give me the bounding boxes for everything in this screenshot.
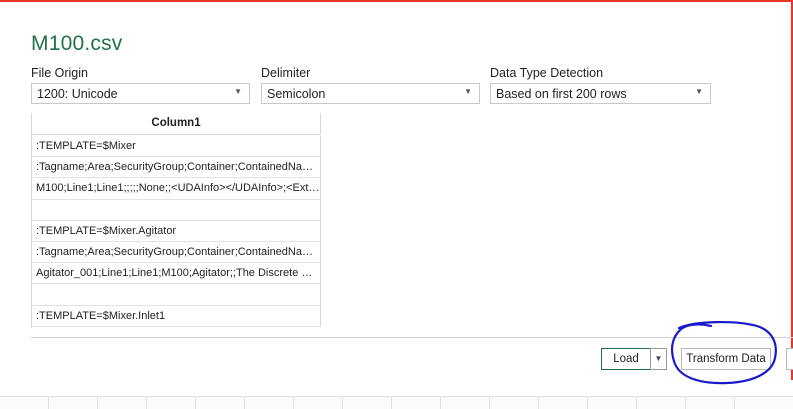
- table-row: :Tagname;Area;SecurityGroup;Container;Co…: [32, 157, 321, 179]
- table-row: [32, 284, 321, 306]
- data-preview-table[interactable]: Column1 :TEMPLATE=$Mixer :Tagname;Area;S…: [31, 113, 321, 328]
- table-row: M100;Line1;Line1;;;;;None;;<UDAInfo></UD…: [32, 178, 321, 200]
- chevron-down-icon: ▼: [464, 87, 472, 96]
- column-header: Column1: [32, 113, 321, 135]
- delimiter-label: Delimiter: [261, 66, 311, 80]
- table-row: :TEMPLATE=$Mixer.Agitator: [32, 220, 321, 242]
- data-type-detection-value: Based on first 200 rows: [496, 87, 627, 101]
- table-row: Agitator_001;Line1;Line1;M100;Agitator;;…: [32, 263, 321, 285]
- chevron-down-icon: ▼: [234, 87, 242, 96]
- file-origin-label: File Origin: [31, 66, 88, 80]
- chevron-down-icon: ▼: [695, 87, 703, 96]
- chevron-down-icon: ▼: [654, 354, 663, 363]
- delimiter-dropdown[interactable]: Semicolon ▼: [261, 83, 480, 104]
- window-edge-top: [0, 0, 793, 2]
- data-type-detection-dropdown[interactable]: Based on first 200 rows ▼: [490, 83, 711, 104]
- table-row: :Tagname;Area;SecurityGroup;Container;Co…: [32, 241, 321, 264]
- data-type-detection-label: Data Type Detection: [490, 66, 604, 80]
- cancel-button-partial[interactable]: [786, 348, 793, 370]
- file-origin-value: 1200: Unicode: [37, 87, 118, 101]
- hand-drawn-circle-annotation: [670, 320, 777, 385]
- file-origin-dropdown[interactable]: 1200: Unicode ▼: [31, 83, 250, 104]
- worksheet-strip: [0, 396, 793, 409]
- delimiter-value: Semicolon: [267, 87, 326, 101]
- table-row: :TEMPLATE=$Mixer: [32, 136, 321, 158]
- table-row: [32, 199, 321, 221]
- load-button[interactable]: Load: [601, 348, 651, 370]
- dialog-title: M100.csv: [31, 32, 123, 55]
- table-row: :TEMPLATE=$Mixer.Inlet1: [32, 305, 321, 327]
